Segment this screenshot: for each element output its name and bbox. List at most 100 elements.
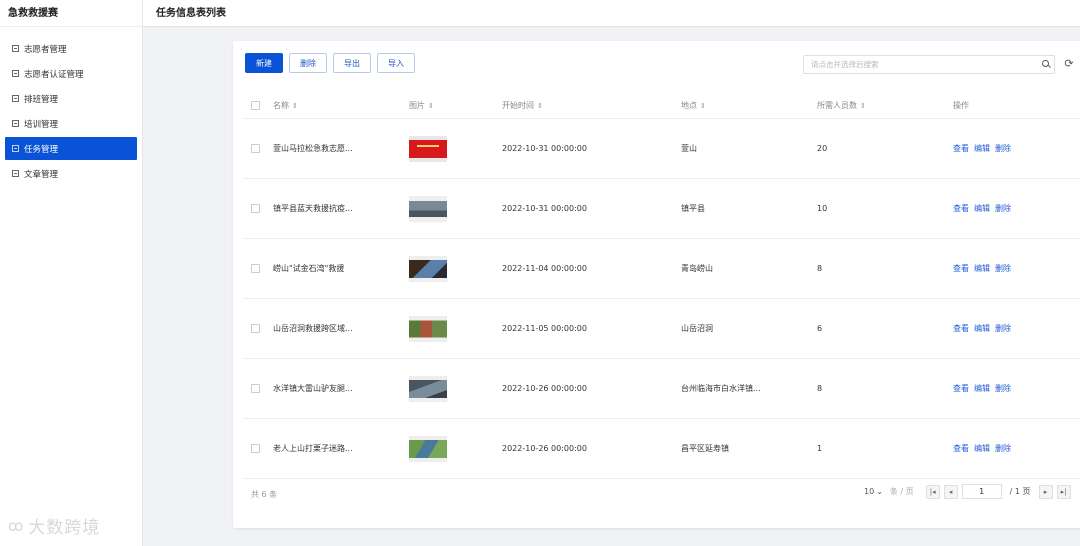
prev-page-icon[interactable]: ◂: [943, 484, 958, 499]
per-page-label: 条 / 页: [889, 487, 914, 496]
table-row: 老人上山打栗子迷路... 2022-10-26 00:00:00 昌平区延寿镇 …: [243, 419, 1080, 479]
next-page-icon[interactable]: ▸: [1038, 484, 1053, 499]
row-checkbox[interactable]: [251, 204, 260, 213]
sidebar: 急救救援赛 志愿者管理 志愿者认证管理 排班管理 培训管理 任务管理 文章管理 …: [0, 0, 143, 546]
search-icon[interactable]: [1038, 56, 1054, 73]
view-link[interactable]: 查看: [953, 384, 969, 393]
sidebar-item-tasks[interactable]: 任务管理: [5, 137, 137, 160]
sidebar-item-volunteer-certification[interactable]: 志愿者认证管理: [5, 62, 137, 85]
view-link[interactable]: 查看: [953, 444, 969, 453]
chevron-down-icon: ⌄: [876, 487, 883, 496]
column-header-start-time[interactable]: 开始时间 ⇕: [502, 100, 681, 111]
task-image[interactable]: [409, 375, 447, 402]
edit-link[interactable]: 编辑: [974, 264, 990, 273]
edit-link[interactable]: 编辑: [974, 204, 990, 213]
column-header-location[interactable]: 地点 ⇕: [681, 100, 817, 111]
task-name: 镇平县蓝天救援抗疫...: [273, 204, 353, 213]
row-checkbox[interactable]: [251, 324, 260, 333]
row-checkbox[interactable]: [251, 144, 260, 153]
delete-link[interactable]: 删除: [995, 144, 1011, 153]
total-pages: / 1 页: [1009, 487, 1031, 496]
task-location: 镇平县: [681, 204, 705, 213]
task-name: 萱山马拉松急救志愿...: [273, 144, 353, 153]
app-title: 急救救援赛: [0, 0, 142, 27]
pagination: 10 ⌄ 条 / 页 |◂ ◂ / 1 页 ▸ ▸|: [864, 484, 1071, 499]
sort-icon: ⇕: [700, 102, 706, 110]
watermark: ꝏ 大数跨境: [8, 513, 101, 539]
row-checkbox[interactable]: [251, 264, 260, 273]
sidebar-item-label: 任务管理: [24, 144, 59, 155]
content-card: 新建 删除 导出 导入 ⟳ 名称⇕ 图片⇕ 开始时间⇕ 地点⇕ 所需人员数⇕ 操…: [233, 41, 1080, 528]
column-header-people[interactable]: 所需人员数 ⇕: [817, 100, 953, 111]
view-link[interactable]: 查看: [953, 324, 969, 333]
task-start-time: 2022-10-31 00:00:00: [502, 204, 587, 213]
select-all-checkbox[interactable]: [251, 101, 260, 110]
delete-button[interactable]: 删除: [289, 53, 327, 73]
page-title: 任务信息表列表: [156, 8, 226, 19]
export-button[interactable]: 导出: [333, 53, 371, 73]
task-image[interactable]: [409, 315, 447, 342]
column-header-actions: 操作: [953, 101, 969, 110]
last-page-icon[interactable]: ▸|: [1056, 484, 1071, 499]
edit-link[interactable]: 编辑: [974, 324, 990, 333]
view-link[interactable]: 查看: [953, 204, 969, 213]
page-number-input[interactable]: [961, 484, 1002, 499]
row-checkbox[interactable]: [251, 444, 260, 453]
sidebar-item-articles[interactable]: 文章管理: [5, 162, 137, 185]
task-image[interactable]: [409, 435, 447, 462]
watermark-text: 大数跨境: [28, 518, 101, 538]
row-checkbox[interactable]: [251, 384, 260, 393]
edit-link[interactable]: 编辑: [974, 384, 990, 393]
delete-link[interactable]: 删除: [995, 324, 1011, 333]
page-header: 任务信息表列表: [143, 0, 1080, 27]
table-row: 山岳沼洞救援跨区域... 2022-11-05 00:00:00 山岳沼洞 6 …: [243, 299, 1080, 359]
row-actions: 查看 编辑 删除: [953, 143, 1073, 154]
sidebar-item-scheduling[interactable]: 排班管理: [5, 87, 137, 110]
task-image[interactable]: [409, 135, 447, 162]
new-button[interactable]: 新建: [245, 53, 283, 73]
row-actions: 查看 编辑 删除: [953, 323, 1073, 334]
task-start-time: 2022-10-26 00:00:00: [502, 384, 587, 393]
first-page-icon[interactable]: |◂: [925, 484, 940, 499]
task-people-count: 1: [817, 444, 823, 453]
sidebar-item-label: 培训管理: [24, 119, 59, 130]
edit-link[interactable]: 编辑: [974, 144, 990, 153]
task-location: 台州临海市白水洋镇...: [681, 384, 761, 393]
view-link[interactable]: 查看: [953, 264, 969, 273]
sidebar-item-volunteers[interactable]: 志愿者管理: [5, 37, 137, 60]
task-people-count: 8: [817, 384, 823, 393]
sidebar-item-training[interactable]: 培训管理: [5, 112, 137, 135]
table-row: 崂山"试金石湾"救援 2022-11-04 00:00:00 青岛崂山 8 查看…: [243, 239, 1080, 299]
column-header-name[interactable]: 名称 ⇕: [273, 100, 409, 111]
import-button[interactable]: 导入: [377, 53, 415, 73]
row-actions: 查看 编辑 删除: [953, 443, 1073, 454]
delete-link[interactable]: 删除: [995, 264, 1011, 273]
list-icon: [12, 70, 19, 77]
total-count: 共 6 条: [251, 490, 278, 499]
task-image[interactable]: [409, 195, 447, 222]
task-name: 山岳沼洞救援跨区域...: [273, 324, 353, 333]
toolbar: 新建 删除 导出 导入: [245, 53, 415, 73]
sort-icon: ⇕: [428, 102, 434, 110]
page-size-select[interactable]: 10 ⌄: [864, 487, 883, 496]
list-icon: [12, 145, 19, 152]
table-row: 水洋镇大雷山驴友腿... 2022-10-26 00:00:00 台州临海市白水…: [243, 359, 1080, 419]
sort-icon: ⇕: [537, 102, 543, 110]
delete-link[interactable]: 删除: [995, 384, 1011, 393]
row-actions: 查看 编辑 删除: [953, 383, 1073, 394]
task-name: 水洋镇大雷山驴友腿...: [273, 384, 353, 393]
delete-link[interactable]: 删除: [995, 204, 1011, 213]
task-image[interactable]: [409, 255, 447, 282]
view-link[interactable]: 查看: [953, 144, 969, 153]
sidebar-item-label: 文章管理: [24, 169, 59, 180]
refresh-icon[interactable]: ⟳: [1062, 57, 1076, 71]
task-location: 山岳沼洞: [681, 324, 713, 333]
watermark-logo-icon: ꝏ: [8, 516, 25, 535]
sort-icon: ⇕: [860, 102, 866, 110]
column-header-image[interactable]: 图片 ⇕: [409, 100, 502, 111]
page-size-value: 10: [864, 487, 875, 496]
search-input[interactable]: [804, 56, 1038, 73]
delete-link[interactable]: 删除: [995, 444, 1011, 453]
edit-link[interactable]: 编辑: [974, 444, 990, 453]
table-header: 名称 ⇕ 图片 ⇕ 开始时间 ⇕ 地点 ⇕ 所需人员数 ⇕ 操作: [243, 93, 1080, 119]
